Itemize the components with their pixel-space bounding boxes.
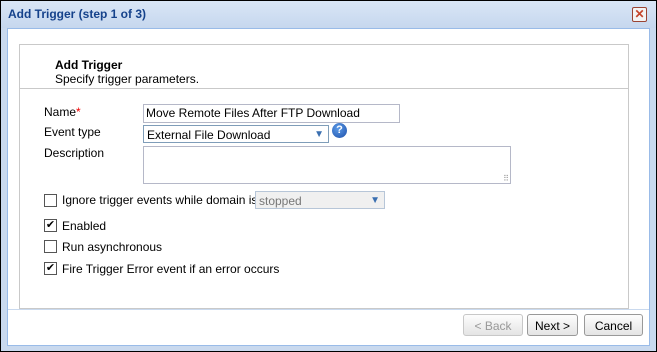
- header-title: Add Trigger: [55, 58, 123, 72]
- name-field[interactable]: [143, 104, 400, 123]
- enabled-checkbox[interactable]: ✔: [44, 219, 57, 232]
- close-icon[interactable]: ✕: [632, 7, 647, 22]
- enabled-label: Enabled: [62, 219, 107, 233]
- resize-grip-icon[interactable]: ⠿: [503, 174, 509, 183]
- event-type-select[interactable]: External File Download ▼: [143, 125, 329, 143]
- async-label: Run asynchronous: [62, 240, 163, 254]
- domain-state-value: stopped: [259, 194, 302, 208]
- ignore-checkbox[interactable]: [44, 194, 57, 207]
- event-type-label: Event type: [44, 125, 101, 139]
- dialog-title: Add Trigger (step 1 of 3): [8, 7, 147, 21]
- check-icon: ✔: [45, 219, 56, 231]
- chevron-down-icon: ▼: [314, 129, 324, 140]
- header-subtitle: Specify trigger parameters.: [55, 72, 200, 86]
- description-label: Description: [44, 146, 105, 160]
- back-button[interactable]: < Back: [463, 314, 523, 336]
- name-label-text: Name: [44, 105, 77, 119]
- event-type-value: External File Download: [147, 128, 271, 142]
- fire-error-label: Fire Trigger Error event if an error occ…: [62, 262, 280, 276]
- cancel-button[interactable]: Cancel: [584, 314, 643, 336]
- dialog-titlebar[interactable]: Add Trigger (step 1 of 3) ✕: [1, 1, 656, 28]
- check-icon: ✔: [45, 262, 56, 274]
- required-mark: *: [76, 105, 81, 119]
- name-label: Name*: [44, 105, 81, 119]
- fire-error-checkbox[interactable]: ✔: [44, 262, 57, 275]
- async-checkbox[interactable]: [44, 240, 57, 253]
- domain-state-select[interactable]: stopped ▼: [255, 191, 385, 209]
- next-button[interactable]: Next >: [527, 314, 578, 336]
- ignore-label: Ignore trigger events while domain is: [62, 193, 258, 207]
- description-field[interactable]: ⠿: [143, 146, 511, 184]
- chevron-down-icon: ▼: [370, 195, 380, 206]
- help-icon[interactable]: ?: [332, 123, 347, 138]
- add-trigger-dialog: Add Trigger (step 1 of 3) ✕ Add Trigger …: [0, 0, 657, 352]
- footer-divider: [8, 309, 649, 310]
